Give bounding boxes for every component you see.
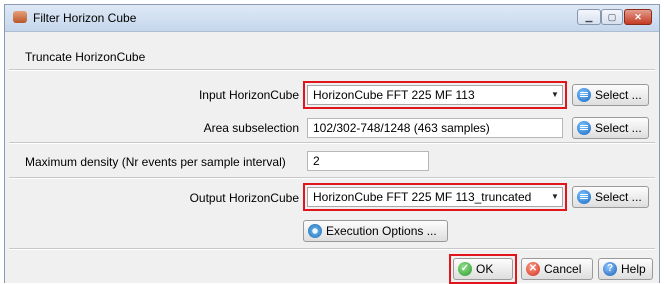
input-cube-value: HorizonCube FFT 225 MF 113: [313, 88, 475, 102]
title-bar[interactable]: Filter Horizon Cube ▁ ▢ ✕: [5, 5, 659, 32]
minimize-button[interactable]: ▁: [577, 9, 601, 25]
horizon-cube-app-icon: [13, 11, 27, 23]
cancel-button-label: Cancel: [544, 262, 582, 276]
chevron-down-icon[interactable]: ▼: [548, 188, 562, 206]
select-button-label: Select ...: [595, 88, 642, 102]
max-density-label: Maximum density (Nr events per sample in…: [25, 155, 286, 169]
output-cube-label: Output HorizonCube: [189, 191, 299, 205]
area-separator: [9, 142, 655, 144]
x-icon: ✕: [526, 261, 540, 276]
list-icon: [577, 87, 591, 102]
list-icon: [577, 189, 591, 204]
ok-button[interactable]: ✓ OK: [453, 258, 513, 280]
filter-horizon-cube-dialog: Filter Horizon Cube ▁ ▢ ✕ Truncate Horiz…: [4, 4, 660, 284]
execution-options-button[interactable]: Execution Options ...: [303, 220, 448, 242]
list-icon: [577, 120, 591, 135]
input-cube-select-button[interactable]: Select ...: [572, 84, 649, 106]
window-title: Filter Horizon Cube: [33, 11, 137, 25]
check-icon: ✓: [458, 261, 472, 276]
output-cube-select-button[interactable]: Select ...: [572, 186, 649, 208]
input-cube-combobox[interactable]: HorizonCube FFT 225 MF 113 ▼: [307, 85, 563, 105]
area-subselection-field[interactable]: 102/302-748/1248 (463 samples): [307, 118, 563, 138]
area-select-button[interactable]: Select ...: [572, 117, 649, 139]
help-button[interactable]: ? Help: [598, 258, 653, 280]
output-cube-value: HorizonCube FFT 225 MF 113_truncated: [313, 190, 532, 204]
maximize-button[interactable]: ▢: [601, 9, 623, 25]
section-title: Truncate HorizonCube: [25, 50, 146, 64]
output-cube-combobox[interactable]: HorizonCube FFT 225 MF 113_truncated ▼: [307, 187, 563, 207]
cancel-button[interactable]: ✕ Cancel: [521, 258, 593, 280]
area-subselection-label: Area subselection: [203, 121, 299, 135]
execution-options-label: Execution Options ...: [326, 224, 437, 238]
footer-separator: [9, 248, 655, 250]
select-button-label: Select ...: [595, 190, 642, 204]
chevron-down-icon[interactable]: ▼: [548, 86, 562, 104]
close-button[interactable]: ✕: [624, 9, 652, 25]
gear-icon: [308, 223, 322, 238]
section-separator: [9, 69, 655, 71]
select-button-label: Select ...: [595, 121, 642, 135]
max-density-field[interactable]: 2: [307, 151, 429, 171]
density-separator: [9, 177, 655, 179]
help-button-label: Help: [621, 262, 646, 276]
ok-button-label: OK: [476, 262, 494, 276]
input-cube-label: Input HorizonCube: [198, 88, 299, 102]
question-icon: ?: [603, 261, 617, 276]
